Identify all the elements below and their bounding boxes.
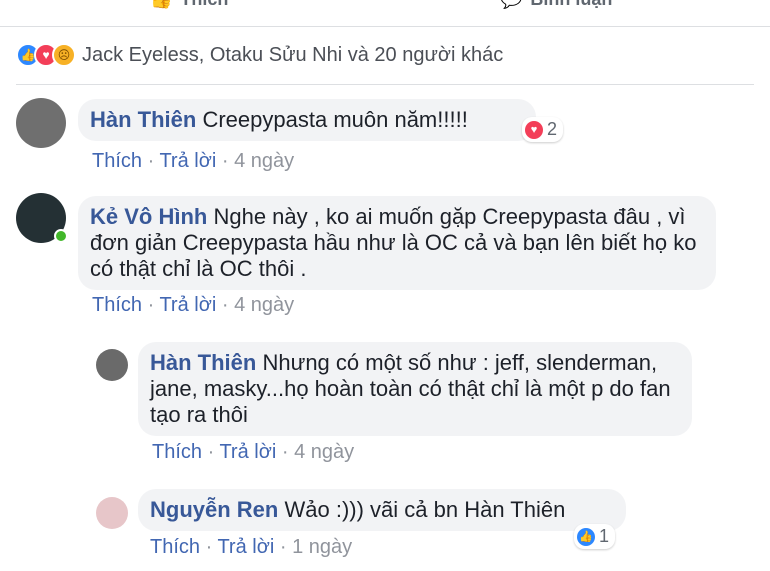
comment-author[interactable]: Nguyễn Ren bbox=[150, 497, 278, 522]
reaction-count: 1 bbox=[599, 526, 610, 546]
reply-link[interactable]: Trả lời bbox=[217, 536, 274, 558]
comment-actions: Thích · Trả lời · 4 ngày bbox=[152, 441, 355, 463]
comment-action-button[interactable]: 💬 Bình luận bbox=[500, 0, 612, 10]
avatar[interactable] bbox=[96, 349, 128, 381]
like-link[interactable]: Thích bbox=[92, 150, 142, 172]
avatar[interactable] bbox=[16, 98, 66, 148]
comment-author[interactable]: Hàn Thiên bbox=[150, 350, 256, 375]
like-link[interactable]: Thích bbox=[150, 536, 200, 558]
comment-reaction-badge[interactable]: 👍 1 bbox=[574, 524, 616, 549]
comment-actions: Thích · Trả lời · 4 ngày bbox=[92, 294, 295, 316]
comment-bubble: Hàn Thiên Creepypasta muôn năm!!!!! bbox=[78, 99, 536, 141]
like-action-button[interactable]: 👍 Thích bbox=[150, 0, 228, 10]
online-status-indicator bbox=[54, 229, 68, 243]
thumbs-up-icon: 👍 bbox=[150, 0, 172, 10]
reaction-count: 2 bbox=[547, 119, 558, 139]
comment-time[interactable]: 4 ngày bbox=[234, 294, 294, 316]
comment-action-label: Bình luận bbox=[530, 0, 612, 10]
comment-author[interactable]: Hàn Thiên bbox=[90, 107, 196, 132]
love-reaction-icon: ♥ bbox=[525, 120, 543, 139]
comment-time[interactable]: 4 ngày bbox=[294, 441, 354, 463]
like-link[interactable]: Thích bbox=[152, 441, 202, 463]
like-link[interactable]: Thích bbox=[92, 294, 142, 316]
comment-time[interactable]: 4 ngày bbox=[234, 150, 294, 172]
comment-icon: 💬 bbox=[500, 0, 522, 10]
comment-time[interactable]: 1 ngày bbox=[292, 536, 352, 558]
comment-bubble: Kẻ Vô Hình Nghe này , ko ai muốn gặp Cre… bbox=[78, 196, 716, 290]
post-action-bar: 👍 Thích 💬 Bình luận bbox=[0, 0, 770, 27]
like-reaction-icon: 👍 bbox=[577, 527, 595, 546]
sad-reaction-icon: ☹ bbox=[52, 43, 76, 67]
reply-link[interactable]: Trả lời bbox=[159, 150, 216, 172]
reply-link[interactable]: Trả lời bbox=[159, 294, 216, 316]
avatar[interactable] bbox=[96, 497, 128, 529]
like-action-label: Thích bbox=[180, 0, 228, 10]
comment-bubble: Hàn Thiên Nhưng có một số như : jeff, sl… bbox=[138, 342, 692, 436]
comment-bubble: Nguyễn Ren Wảo :))) vãi cả bn Hàn Thiên bbox=[138, 489, 626, 531]
divider bbox=[16, 84, 754, 85]
comment-author[interactable]: Kẻ Vô Hình bbox=[90, 204, 207, 229]
reply-link[interactable]: Trả lời bbox=[219, 441, 276, 463]
reaction-summary[interactable]: 👍 ♥ ☹ Jack Eyeless, Otaku Sửu Nhi và 20 … bbox=[16, 40, 503, 70]
comment-text: Wảo :))) vãi cả bn Hàn Thiên bbox=[284, 497, 566, 522]
comment-reaction-badge[interactable]: ♥ 2 bbox=[522, 117, 564, 142]
comment-actions: Thích · Trả lời · 4 ngày bbox=[92, 150, 295, 172]
comment-actions: Thích · Trả lời · 1 ngày bbox=[150, 536, 353, 558]
reaction-summary-text[interactable]: Jack Eyeless, Otaku Sửu Nhi và 20 người … bbox=[82, 44, 503, 67]
comment-text: Creepypasta muôn năm!!!!! bbox=[202, 107, 468, 132]
